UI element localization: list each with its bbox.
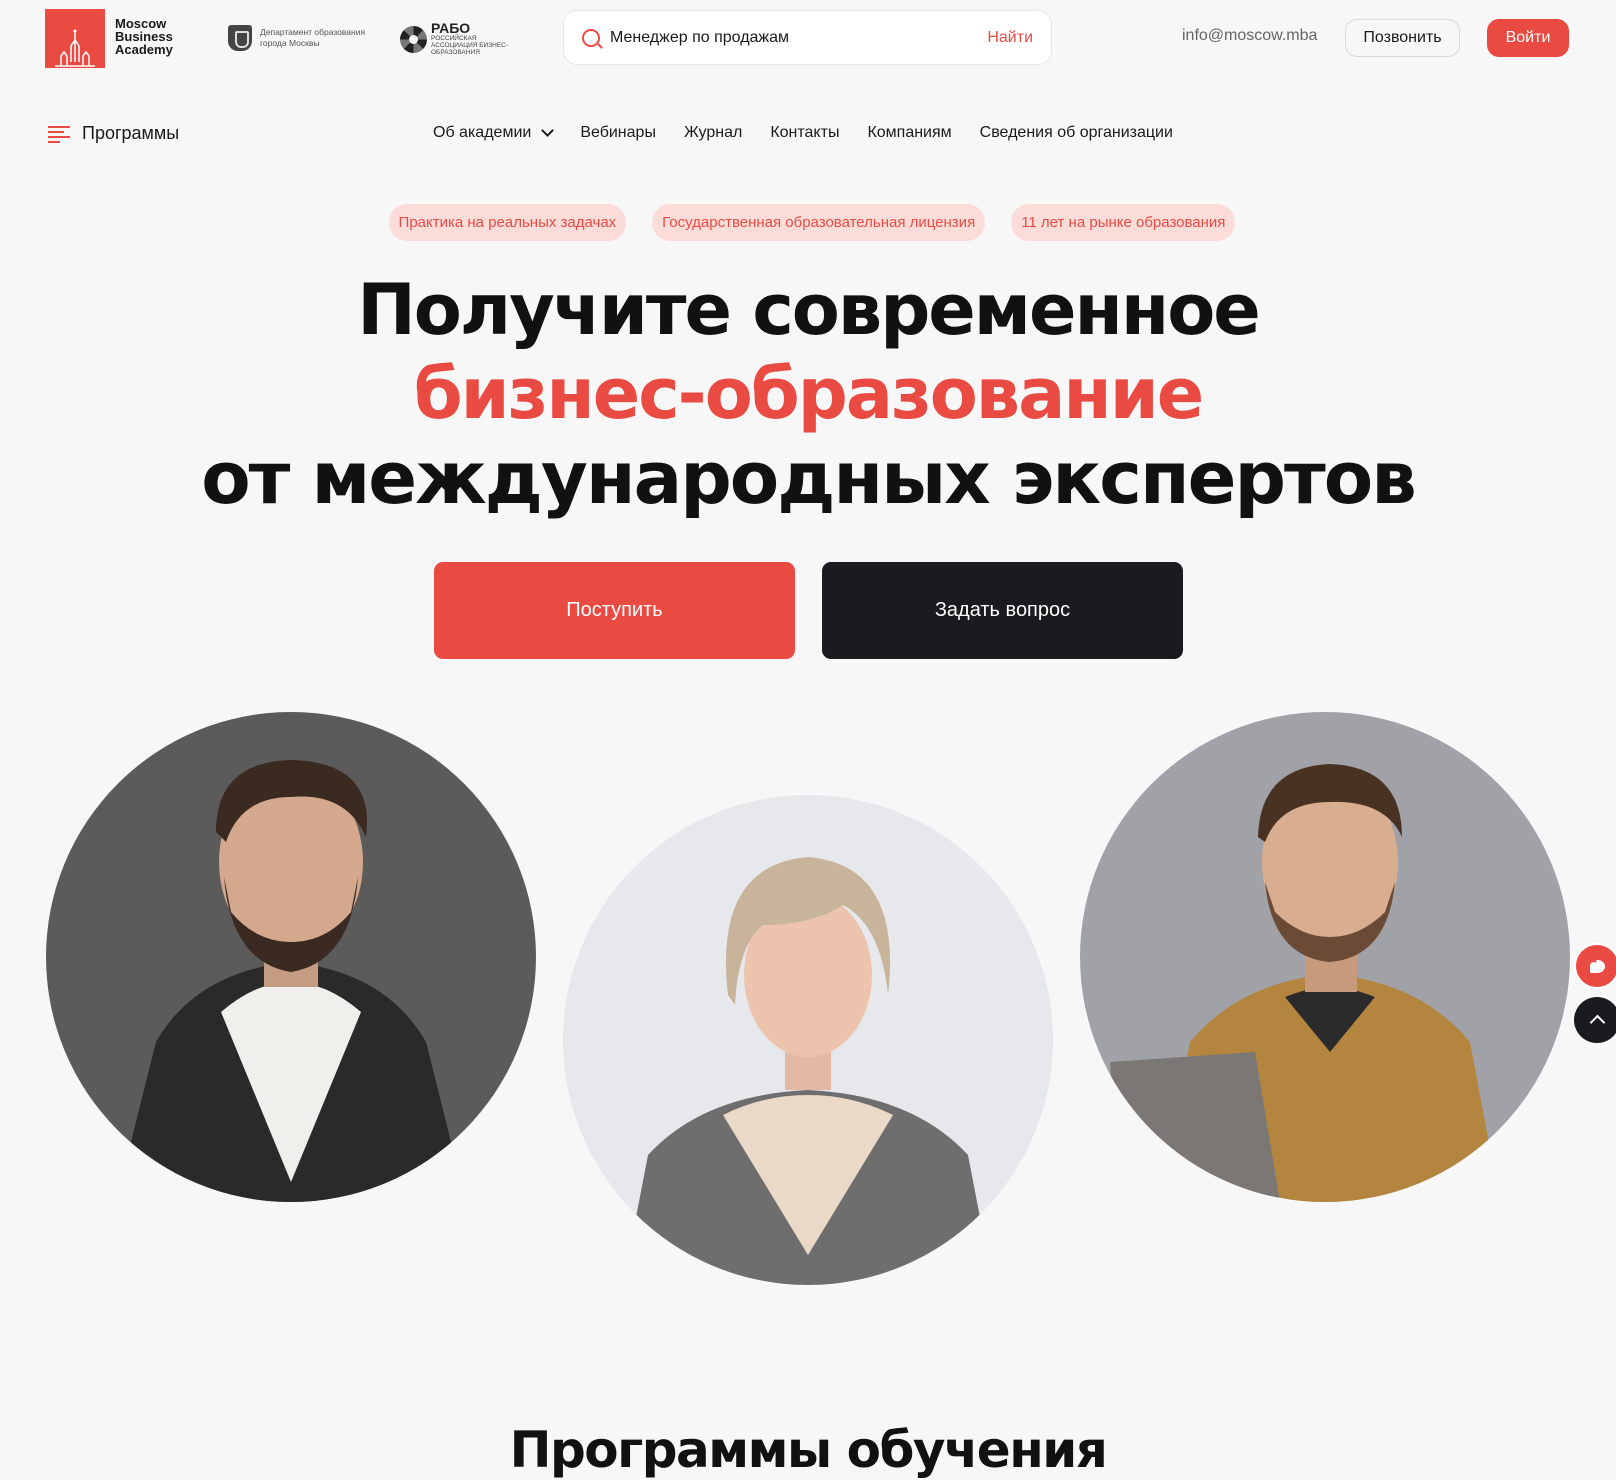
nav-item-contacts[interactable]: Контакты (770, 124, 839, 142)
main-nav: Об академии Вебинары Журнал Контакты Ком… (433, 124, 1173, 142)
nav-item-journal[interactable]: Журнал (684, 124, 742, 142)
chat-icon (1589, 957, 1605, 973)
search-button[interactable]: Найти (987, 29, 1033, 47)
nav-item-webinars[interactable]: Вебинары (580, 124, 656, 142)
nav-item-about-label: Об академии (433, 124, 532, 141)
hero-line-2: бизнес-образование (413, 353, 1204, 435)
dept-education-badge[interactable]: Департамент образования города Москвы (228, 25, 380, 51)
programs-label: Программы (82, 123, 180, 143)
login-button[interactable]: Войти (1487, 19, 1569, 57)
scroll-top-button[interactable] (1574, 997, 1616, 1043)
rabo-subtitle: РОССИЙСКАЯ АССОЦИАЦИЯ БИЗНЕС-ОБРАЗОВАНИЯ (431, 35, 509, 56)
nav-item-about[interactable]: Об академии (433, 124, 555, 142)
search-input[interactable] (610, 28, 988, 47)
portrait-woman-blonde (563, 795, 1053, 1285)
chevron-down-icon (541, 124, 555, 137)
rabo-badge[interactable]: РАБО РОССИЙСКАЯ АССОЦИАЦИЯ БИЗНЕС-ОБРАЗО… (400, 20, 521, 56)
menu-icon (48, 125, 70, 143)
nav-item-companies[interactable]: Компаниям (867, 124, 951, 142)
portrait-man-laptop (1080, 712, 1570, 1202)
badge-practice: Практика на реальных задачах (388, 204, 627, 241)
search-icon (582, 28, 600, 47)
section-title-programs: Программы обучения (509, 1421, 1108, 1479)
badge-years: 11 лет на рынке образования (1011, 204, 1236, 241)
apply-button[interactable]: Поступить (434, 562, 795, 659)
rabo-title: РАБО (431, 20, 471, 36)
dept-education-text: Департамент образования города Москвы (260, 27, 366, 48)
hero-line-3: от международных экспертов (201, 436, 1417, 520)
chat-button[interactable] (1574, 943, 1616, 989)
hero-headline: Получите современное бизнес-образование … (0, 268, 1616, 520)
academy-name: Moscow Business Academy (115, 16, 173, 57)
badge-license: Государственная образовательная лицензия (652, 204, 986, 241)
ask-question-button[interactable]: Задать вопрос (822, 562, 1183, 659)
search-bar: Найти (563, 10, 1052, 65)
kremlin-logo-icon (55, 29, 95, 67)
portrait-man-bearded (46, 712, 536, 1202)
moscow-emblem-icon (228, 25, 252, 51)
rabo-logo-icon (400, 25, 427, 53)
nav-item-organization-info[interactable]: Сведения об организации (980, 124, 1173, 142)
academy-logo[interactable] (45, 9, 105, 68)
hero-line-1: Получите современное (357, 269, 1261, 351)
chevron-up-icon (1589, 1014, 1605, 1031)
contact-email[interactable]: info@moscow.mba (1182, 27, 1317, 45)
programs-menu-button[interactable]: Программы (48, 123, 179, 144)
feature-badges: Практика на реальных задачах Государстве… (0, 204, 1616, 241)
top-bar: Moscow Business Academy Департамент обра… (0, 0, 1616, 80)
call-button[interactable]: Позвонить (1345, 19, 1460, 57)
